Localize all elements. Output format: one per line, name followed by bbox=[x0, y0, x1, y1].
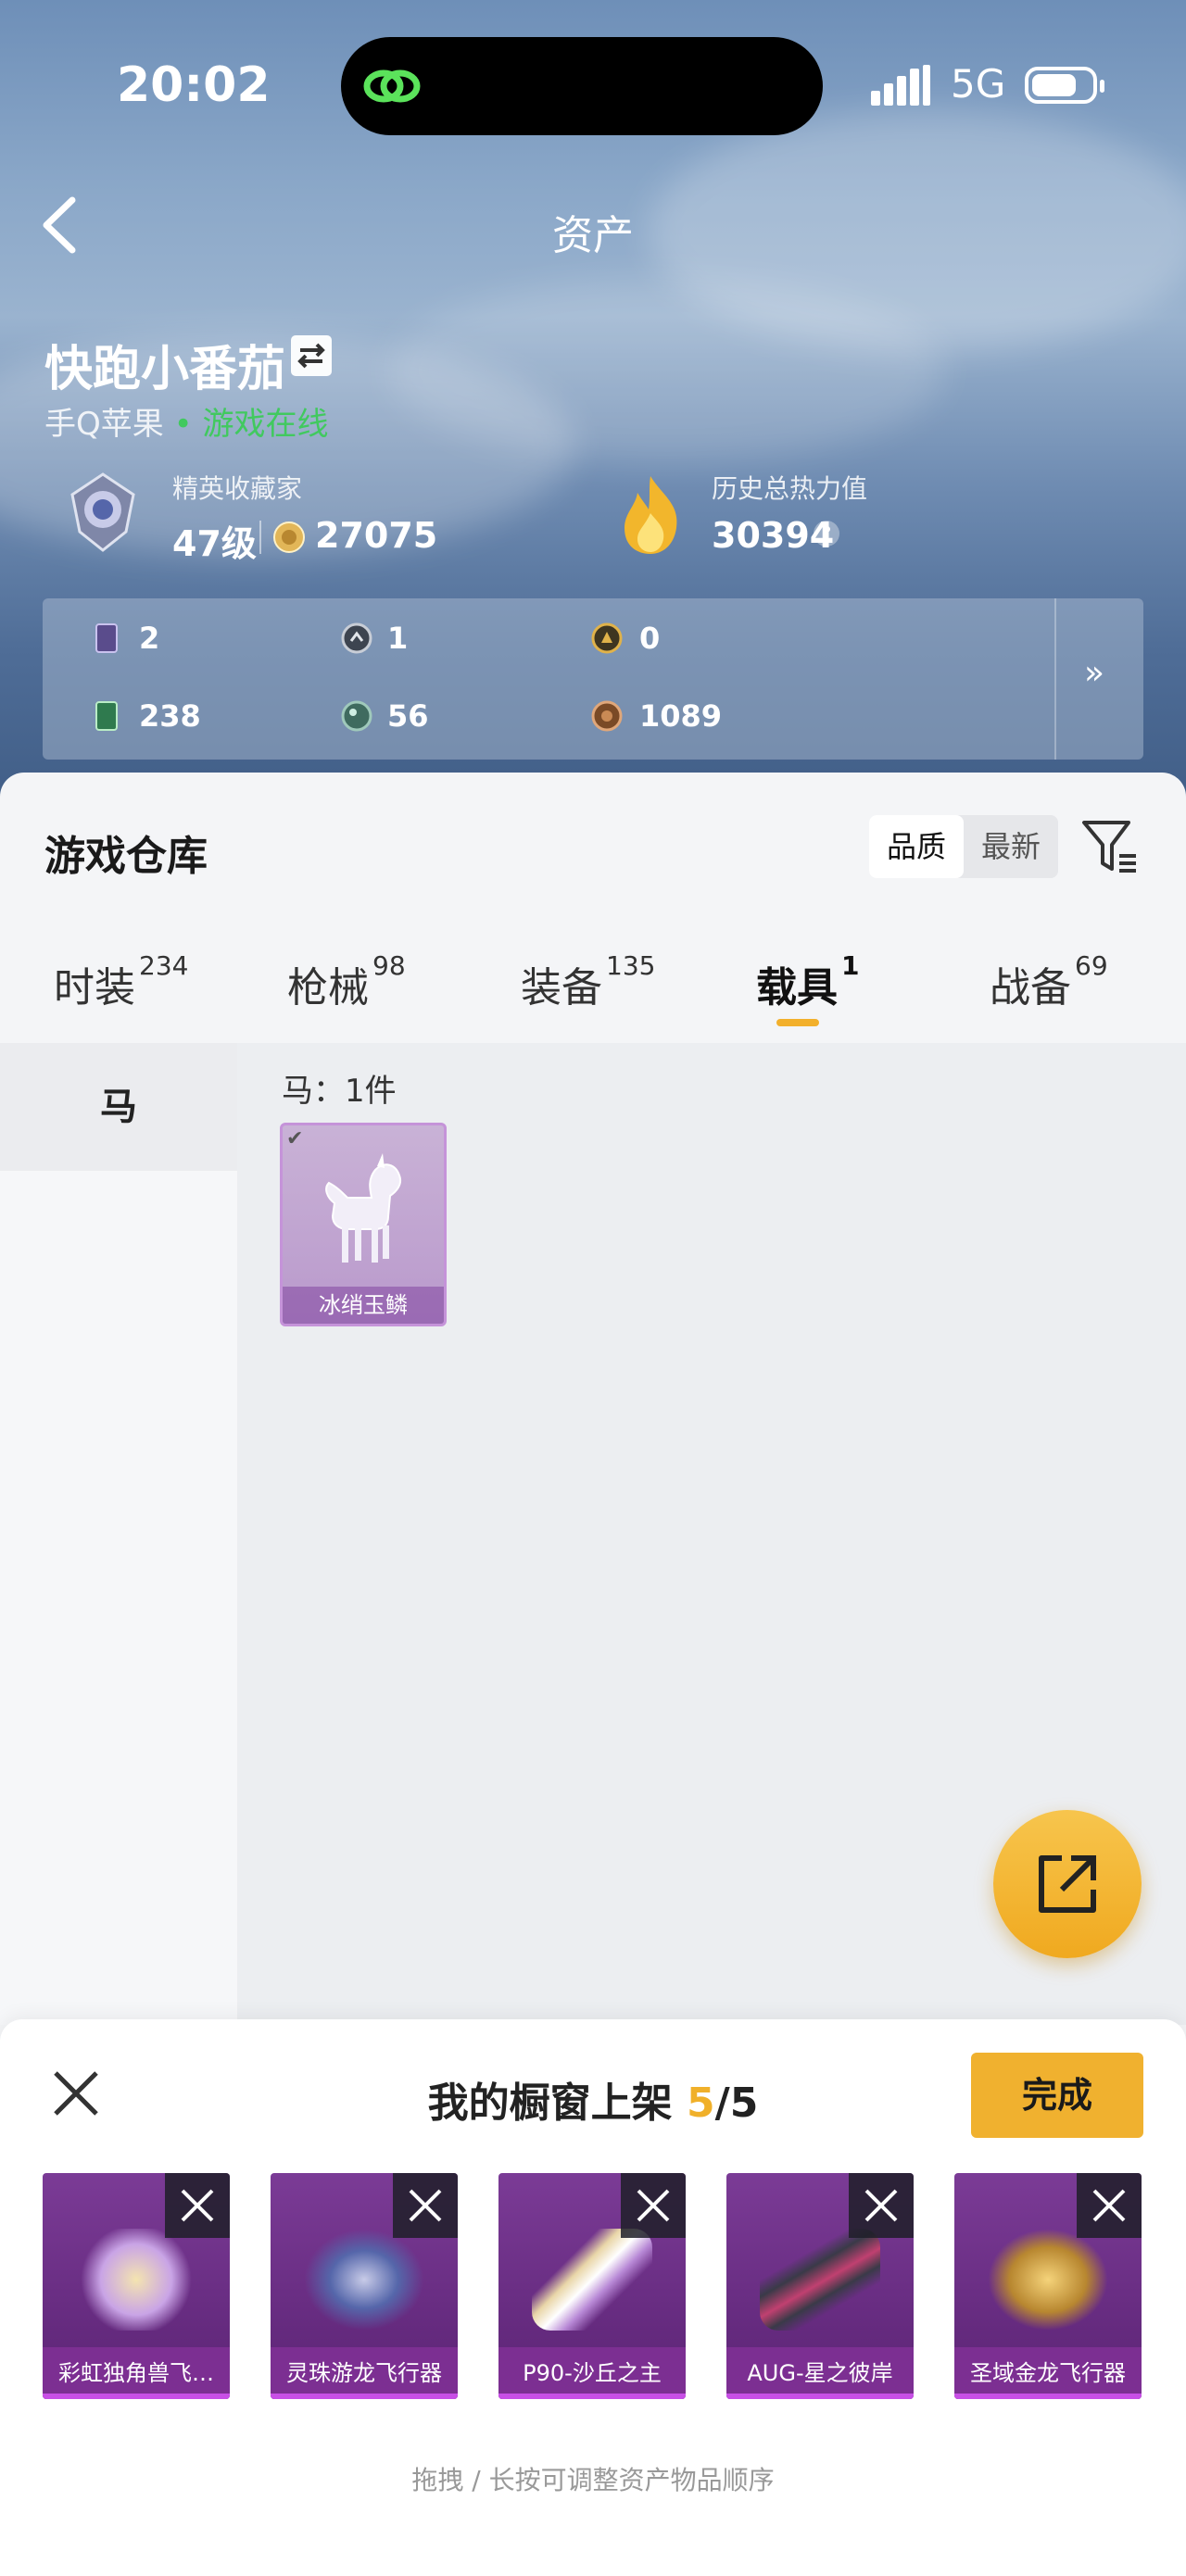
category-count: 马：1件 bbox=[282, 1073, 397, 1110]
gold-coin-icon bbox=[591, 622, 623, 654]
showcase-slot[interactable]: 彩虹独角兽飞… bbox=[43, 2173, 230, 2399]
currency-value: 2 bbox=[139, 621, 160, 656]
purple-card-icon bbox=[95, 623, 118, 653]
tab-count: 69 bbox=[1075, 950, 1108, 981]
currency-value: 56 bbox=[387, 698, 429, 734]
jade-orb-icon bbox=[341, 700, 372, 732]
remove-slot-button[interactable] bbox=[849, 2173, 914, 2238]
close-icon bbox=[409, 2189, 442, 2222]
sort-by-newest-button[interactable]: 最新 bbox=[964, 815, 1058, 878]
status-time: 20:02 bbox=[117, 57, 271, 113]
currency-value: 1 bbox=[387, 621, 409, 656]
heat-label: 历史总热力值 bbox=[712, 473, 868, 504]
tab-supplies[interactable]: 战备 69 bbox=[990, 950, 1108, 1013]
warehouse-title: 游戏仓库 bbox=[44, 833, 208, 880]
slot-name: 彩虹独角兽飞… bbox=[43, 2347, 230, 2399]
swap-account-icon[interactable] bbox=[291, 335, 332, 376]
tab-count: 234 bbox=[139, 950, 189, 981]
tab-fashion[interactable]: 时装 234 bbox=[54, 950, 188, 1013]
item-name: 冰绡玉鳞 bbox=[283, 1287, 444, 1324]
slot-name: AUG-星之彼岸 bbox=[726, 2347, 914, 2399]
unicorn-emblem-art bbox=[76, 2229, 196, 2331]
collector-label: 精英收藏家 bbox=[172, 473, 303, 504]
p90-gun-art bbox=[532, 2229, 652, 2331]
showcase-slot[interactable]: 圣域金龙飞行器 bbox=[954, 2173, 1142, 2399]
active-tab-indicator bbox=[776, 1019, 819, 1026]
more-currencies-button[interactable]: » bbox=[1084, 654, 1104, 692]
showcase-current-count: 5 bbox=[687, 2080, 715, 2127]
close-icon bbox=[1092, 2189, 1126, 2222]
sidebar-item-horse[interactable]: 马 bbox=[0, 1043, 237, 1171]
remove-slot-button[interactable] bbox=[621, 2173, 686, 2238]
battery-icon bbox=[1025, 67, 1104, 104]
help-icon[interactable]: ? bbox=[814, 521, 839, 547]
showcase-total: /5 bbox=[714, 2080, 759, 2127]
coin-amount: 27075 bbox=[315, 515, 438, 556]
reorder-hint: 拖拽 / 长按可调整资产物品顺序 bbox=[411, 2465, 775, 2495]
coin-icon bbox=[273, 521, 305, 553]
golden-dragon-art bbox=[988, 2229, 1108, 2331]
showcase-slot[interactable]: P90-沙丘之主 bbox=[498, 2173, 686, 2399]
slot-name: 圣域金龙飞行器 bbox=[954, 2347, 1142, 2399]
sort-toggle: 品质 最新 bbox=[869, 815, 1058, 878]
bronze-coin-icon bbox=[591, 700, 623, 732]
close-icon bbox=[864, 2189, 898, 2222]
aug-rifle-art bbox=[760, 2229, 880, 2331]
close-icon bbox=[181, 2189, 214, 2222]
green-card-icon bbox=[95, 701, 118, 731]
tab-label: 时装 bbox=[54, 964, 135, 1012]
tab-guns[interactable]: 枪械 98 bbox=[287, 950, 406, 1013]
battery-level bbox=[1032, 74, 1076, 96]
flame-icon bbox=[625, 476, 677, 554]
checkmark-icon: ✔ bbox=[286, 1127, 304, 1150]
stat-divider bbox=[259, 521, 261, 554]
showcase-slot[interactable]: AUG-星之彼岸 bbox=[726, 2173, 914, 2399]
currency-value: 1089 bbox=[639, 698, 723, 734]
showcase-slot[interactable]: 灵珠游龙飞行器 bbox=[271, 2173, 458, 2399]
panel-divider bbox=[1054, 598, 1056, 760]
user-name: 快跑小番茄 bbox=[44, 342, 286, 397]
ice-horse-art bbox=[325, 1153, 401, 1263]
tab-label: 装备 bbox=[521, 964, 602, 1012]
share-fab-button[interactable] bbox=[993, 1810, 1142, 1958]
slot-name: P90-沙丘之主 bbox=[498, 2347, 686, 2399]
tab-count: 135 bbox=[606, 950, 656, 981]
remove-slot-button[interactable] bbox=[1077, 2173, 1142, 2238]
tab-equipment[interactable]: 装备 135 bbox=[521, 950, 655, 1013]
category-sidebar bbox=[0, 1043, 237, 2025]
signal-icon bbox=[871, 65, 930, 106]
network-type: 5G bbox=[951, 61, 1006, 107]
tab-label: 载具 bbox=[756, 964, 838, 1012]
online-status: • 游戏在线 bbox=[173, 406, 329, 443]
currency-value: 0 bbox=[639, 621, 661, 656]
tab-label: 战备 bbox=[990, 964, 1071, 1012]
sort-by-quality-button[interactable]: 品质 bbox=[869, 815, 964, 878]
slot-name: 灵珠游龙飞行器 bbox=[271, 2347, 458, 2399]
collector-level: 47级 bbox=[172, 523, 257, 564]
tab-vehicles[interactable]: 载具 1 bbox=[756, 950, 859, 1013]
link-icon bbox=[363, 69, 421, 103]
item-card[interactable]: ✔ 冰绡玉鳞 bbox=[280, 1123, 447, 1326]
platform-status: 手Q苹果 • 游戏在线 bbox=[44, 398, 328, 444]
tab-count: 1 bbox=[841, 950, 860, 981]
currency-value: 238 bbox=[139, 698, 201, 734]
close-icon bbox=[637, 2189, 670, 2222]
silver-coin-icon bbox=[341, 622, 372, 654]
showcase-title-text: 我的橱窗上架 bbox=[427, 2080, 687, 2127]
platform-label: 手Q苹果 bbox=[44, 406, 164, 443]
tab-label: 枪械 bbox=[287, 964, 369, 1012]
collector-badge-icon bbox=[70, 472, 135, 552]
dynamic-island bbox=[341, 37, 823, 135]
share-icon bbox=[1039, 1855, 1096, 1913]
filter-icon[interactable] bbox=[1080, 817, 1140, 876]
remove-slot-button[interactable] bbox=[165, 2173, 230, 2238]
remove-slot-button[interactable] bbox=[393, 2173, 458, 2238]
dragon-glider-art bbox=[304, 2229, 424, 2331]
tab-count: 98 bbox=[372, 950, 406, 981]
done-button[interactable]: 完成 bbox=[971, 2053, 1143, 2138]
page-title: 资产 bbox=[552, 212, 634, 259]
